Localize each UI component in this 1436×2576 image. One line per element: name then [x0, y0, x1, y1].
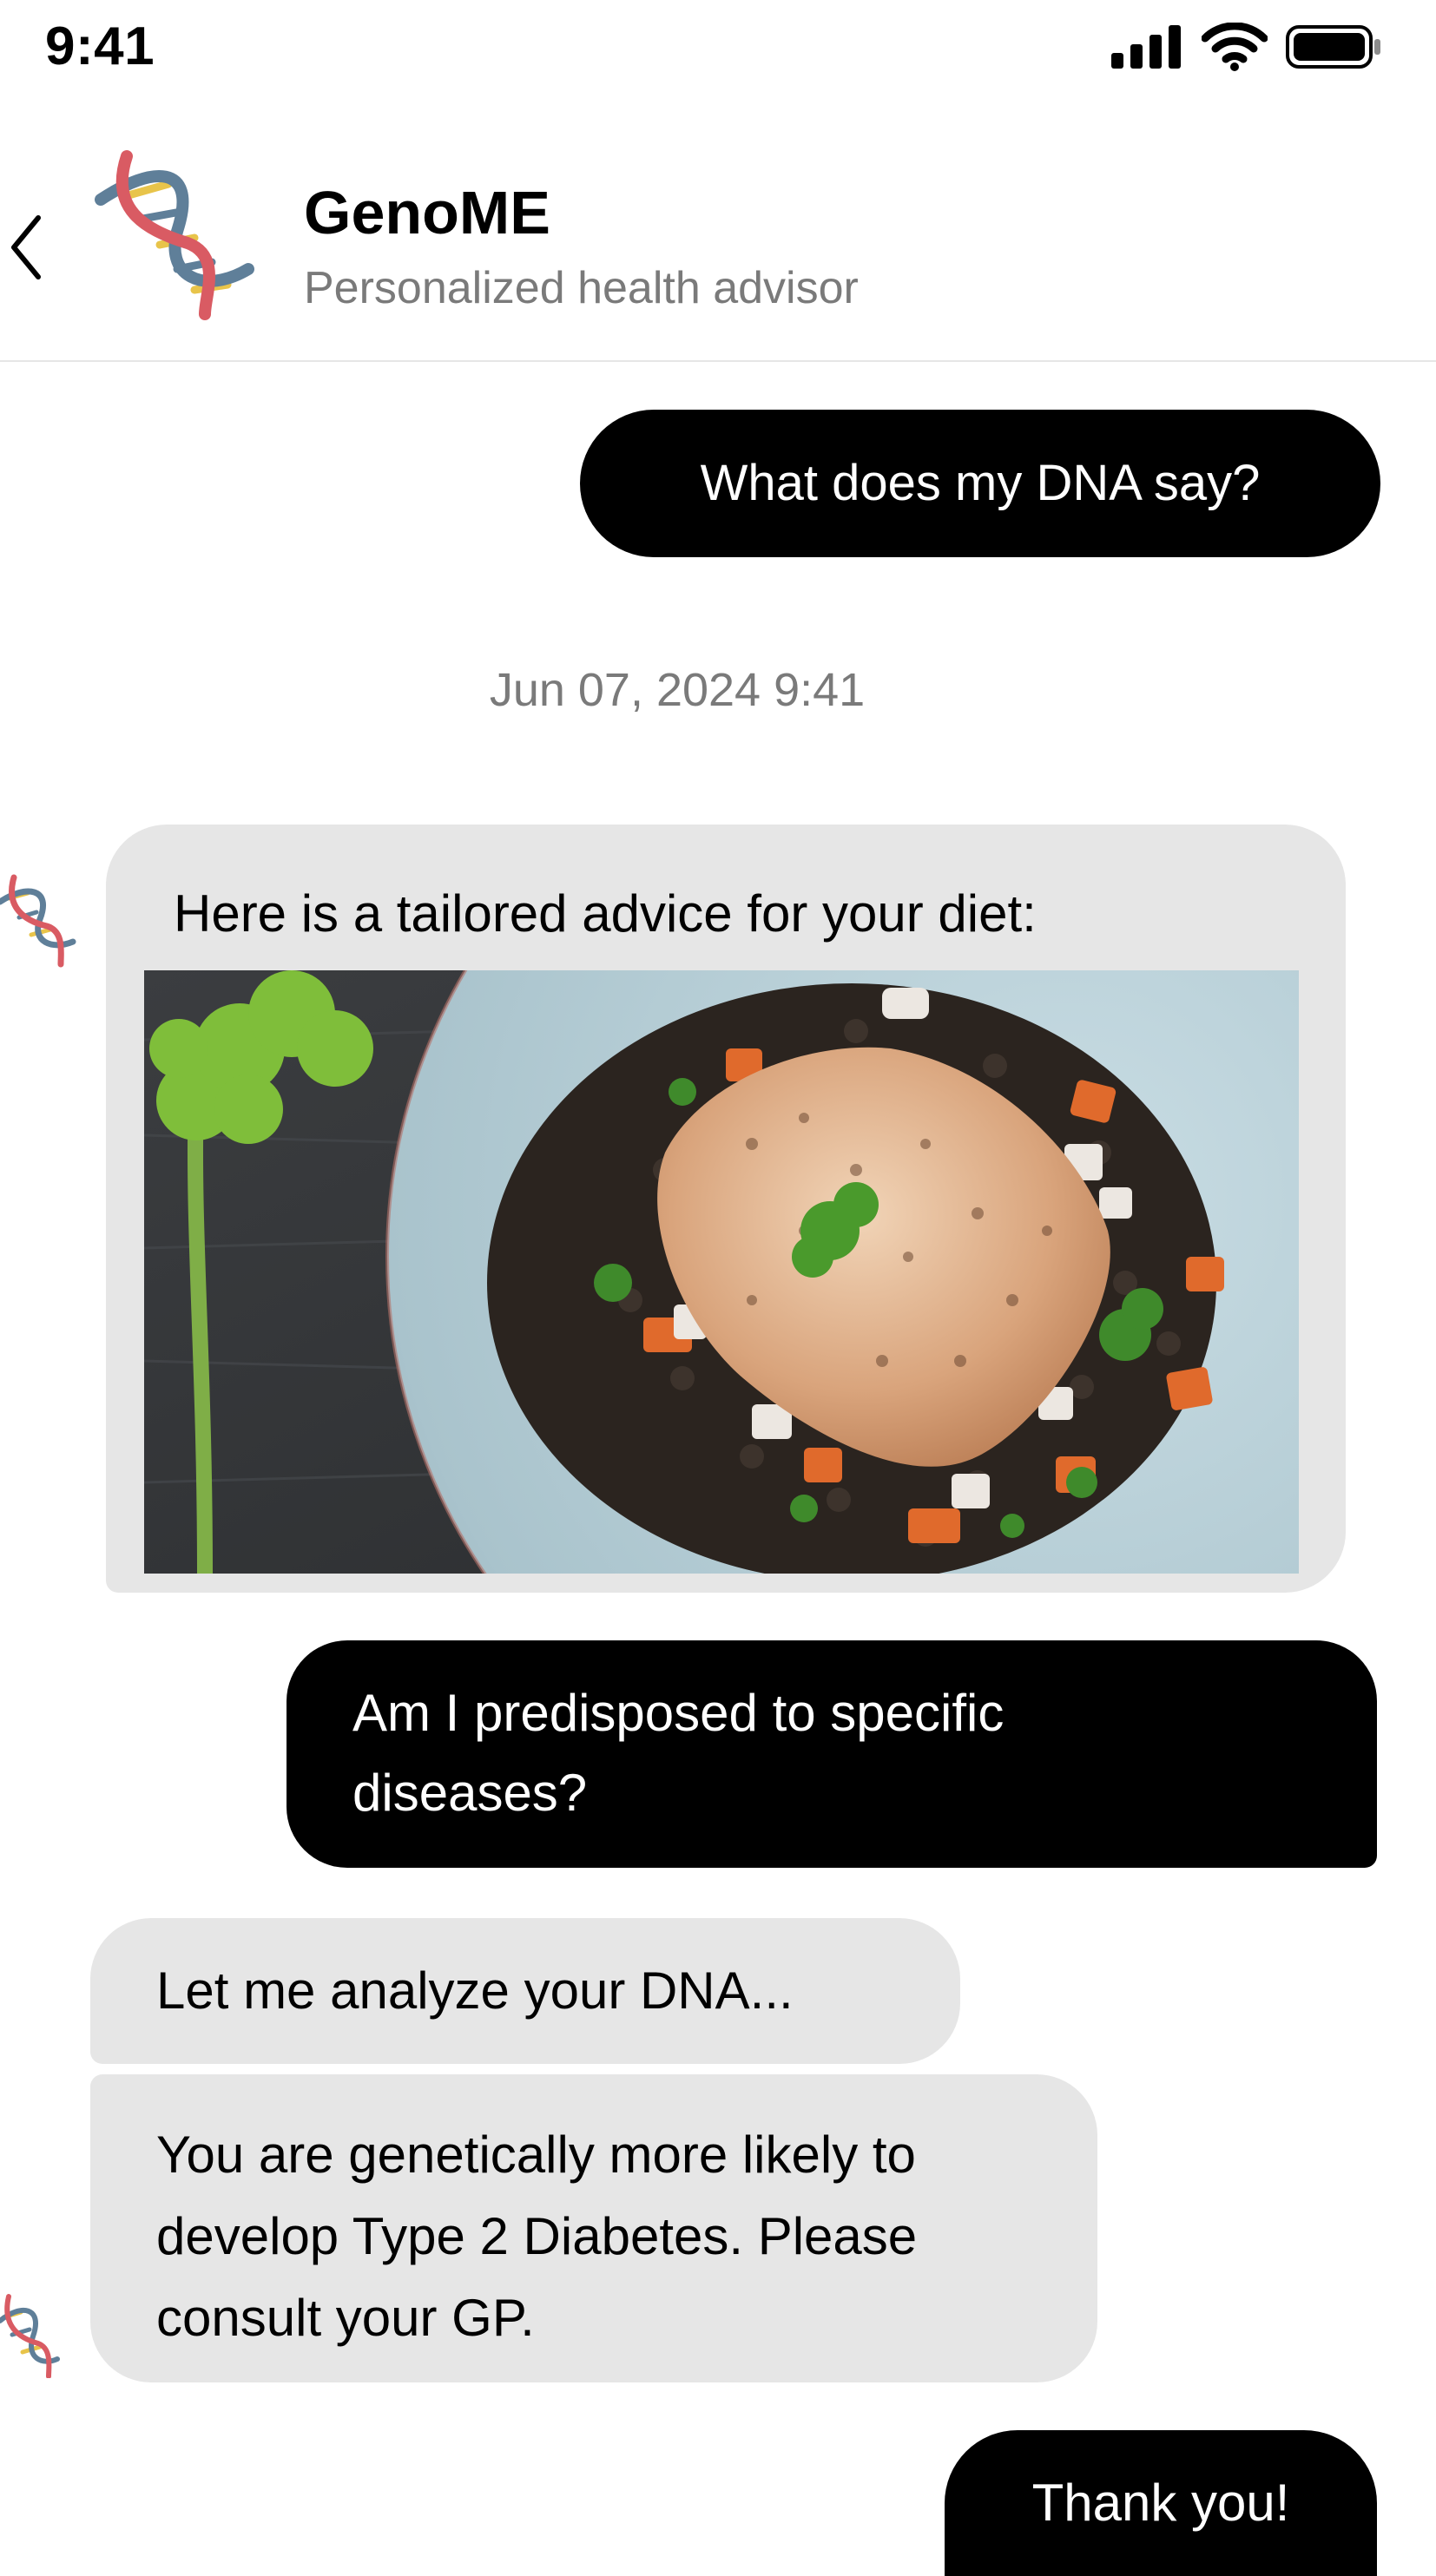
user-message-bubble: What does my DNA say?	[580, 410, 1380, 557]
bot-avatar-dna-icon	[0, 2291, 61, 2379]
user-message-bubble: Am I predisposed to specific diseases?	[287, 1640, 1377, 1868]
message-text: Here is a tailored advice for your diet:	[174, 884, 1037, 943]
message-text: Thank you!	[1031, 2474, 1290, 2532]
status-time: 9:41	[45, 16, 155, 76]
dna-icon	[75, 148, 257, 321]
message-text: Am I predisposed to specific diseases?	[352, 1684, 1005, 1822]
app-subtitle: Personalized health advisor	[304, 263, 859, 313]
message-text: You are genetically more likely to devel…	[156, 2126, 918, 2347]
signal-icon	[1111, 24, 1184, 73]
back-button[interactable]	[0, 208, 52, 286]
wifi-icon	[1201, 21, 1268, 76]
message-text: What does my DNA say?	[700, 455, 1261, 511]
food-photo[interactable]	[144, 970, 1299, 1574]
message-timestamp: Jun 07, 2024 9:41	[489, 664, 866, 716]
bot-message-bubble: Let me analyze your DNA...	[90, 1918, 960, 2064]
user-message-bubble: Thank you!	[945, 2430, 1377, 2576]
chevron-left-icon	[11, 215, 41, 279]
bot-message-bubble: Here is a tailored advice for your diet:	[106, 825, 1346, 1593]
bot-message-bubble: You are genetically more likely to devel…	[90, 2074, 1097, 2382]
bot-avatar-dna-icon	[0, 872, 78, 968]
app-title: GenoME	[304, 179, 550, 246]
status-icons	[1111, 21, 1382, 76]
battery-icon	[1285, 24, 1382, 74]
message-text: Let me analyze your DNA...	[156, 1962, 794, 2020]
